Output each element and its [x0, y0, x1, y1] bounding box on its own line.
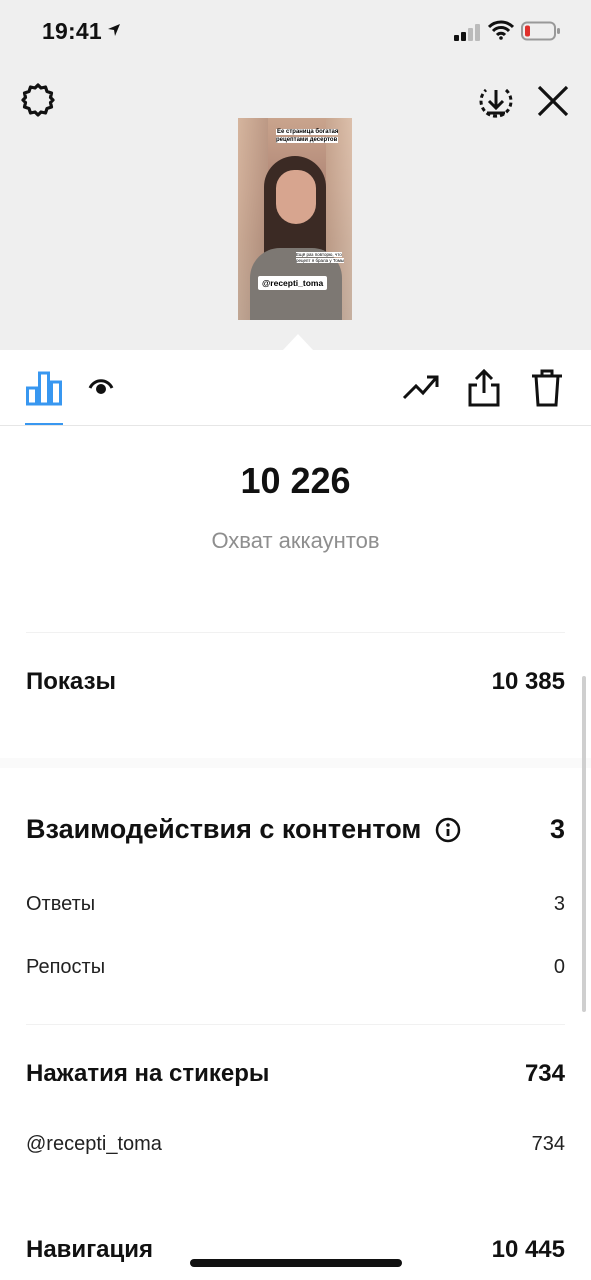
home-indicator[interactable] — [190, 1259, 402, 1267]
impressions-label: Показы — [26, 668, 116, 695]
status-bar: 19:41 — [0, 0, 591, 64]
active-tab-indicator — [25, 423, 63, 425]
sticker-taps-header: Нажатия на стикеры 734 — [26, 1060, 565, 1088]
reposts-row: Репосты 0 — [26, 956, 565, 979]
reposts-label: Репосты — [26, 956, 106, 978]
section-separator — [0, 758, 591, 768]
wifi-icon — [488, 20, 514, 40]
sticker-mention-value: 734 — [531, 1133, 565, 1155]
impressions-row: Показы 10 385 — [26, 668, 565, 696]
replies-value: 3 — [553, 893, 565, 915]
reach-label: Охват аккаунтов — [211, 528, 380, 553]
trash-icon[interactable] — [530, 368, 564, 408]
reach-value: 10 226 — [240, 460, 351, 501]
sticker-taps-value: 734 — [524, 1060, 565, 1087]
story-caption-top: Ее страница богатая рецептами десертов — [276, 129, 339, 143]
sticker-taps-label: Нажатия на стикеры — [26, 1060, 270, 1087]
story-caption-bottom: Ещё раз повторю, что рецепт я брала у То… — [296, 252, 345, 263]
bar-chart-icon[interactable] — [26, 370, 62, 406]
interactions-label: Взаимодействия с контентом — [26, 814, 422, 844]
mention-sticker: @recepti_toma — [258, 276, 328, 290]
settings-gear-icon[interactable] — [20, 82, 56, 118]
status-time: 19:41 — [42, 18, 102, 44]
navigation-value: 10 445 — [491, 1236, 565, 1263]
navigation-label: Навигация — [26, 1236, 154, 1263]
interactions-header: Взаимодействия с контентом 3 — [26, 814, 565, 845]
thumbnail-pointer — [283, 334, 313, 350]
share-icon[interactable] — [466, 368, 502, 408]
insights-toolbar — [0, 350, 591, 426]
info-icon[interactable] — [435, 817, 461, 843]
sticker-mention-label: @recepti_toma — [26, 1133, 162, 1155]
eye-icon[interactable] — [88, 376, 114, 398]
location-arrow-icon — [108, 24, 120, 36]
divider — [26, 1024, 565, 1025]
download-icon[interactable] — [476, 82, 516, 122]
scrollbar[interactable] — [582, 676, 586, 1012]
interactions-value: 3 — [549, 814, 565, 844]
trend-icon[interactable] — [402, 372, 440, 402]
replies-label: Ответы — [26, 893, 96, 915]
divider — [26, 632, 565, 633]
reposts-value: 0 — [553, 956, 565, 978]
battery-icon — [521, 21, 560, 41]
sticker-row: @recepti_toma 734 — [26, 1133, 565, 1156]
replies-row: Ответы 3 — [26, 893, 565, 916]
story-thumbnail[interactable]: Ее страница богатая рецептами десертов Е… — [238, 118, 352, 320]
story-preview-area: 19:41 Ее страница богатая рецептами десе… — [0, 0, 591, 350]
impressions-value: 10 385 — [491, 668, 565, 695]
cellular-signal-icon — [454, 24, 480, 41]
close-icon[interactable] — [536, 84, 570, 118]
thumbnail-person-face — [276, 170, 316, 224]
